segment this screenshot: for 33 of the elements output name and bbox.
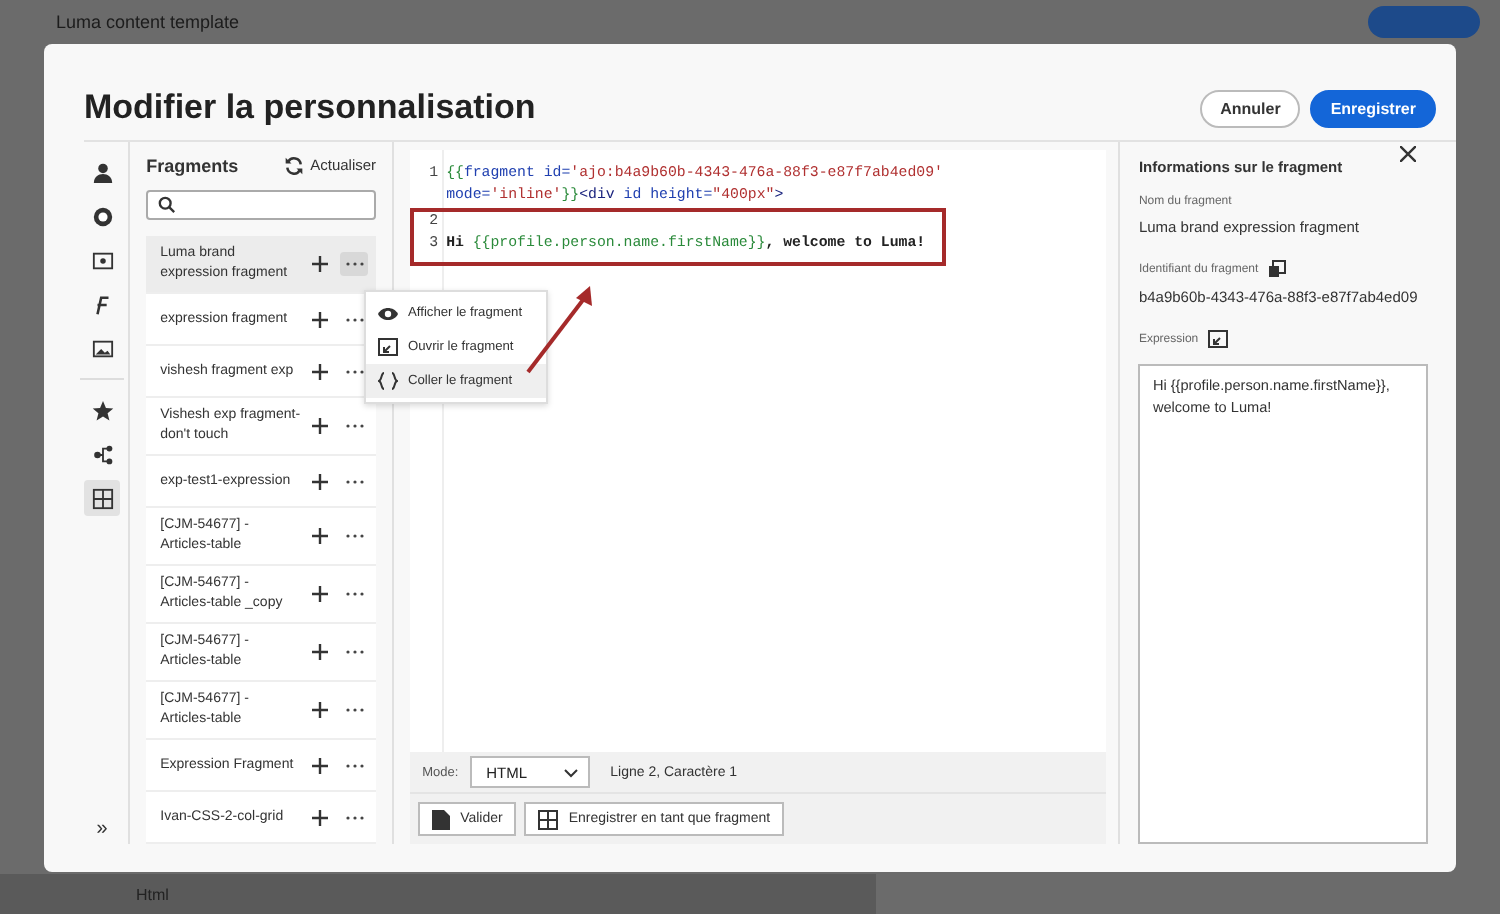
panel-title: Fragments — [146, 155, 239, 176]
add-icon[interactable] — [312, 809, 329, 825]
copy-icon[interactable] — [1268, 260, 1287, 278]
add-icon[interactable] — [312, 418, 329, 434]
close-icon[interactable] — [1400, 146, 1416, 162]
add-icon[interactable] — [312, 702, 329, 718]
document-icon — [432, 809, 451, 829]
more-icon[interactable] — [340, 252, 369, 276]
expand-button[interactable]: » — [96, 818, 108, 840]
add-icon[interactable] — [312, 757, 329, 773]
chevron-down-icon — [564, 767, 579, 777]
refresh-icon — [284, 155, 305, 176]
add-icon[interactable] — [312, 528, 329, 544]
search-icon — [158, 195, 177, 214]
dialog-title: Modifier la personnalisation — [84, 88, 536, 128]
add-icon[interactable] — [312, 473, 329, 489]
open-icon — [378, 338, 398, 356]
add-icon[interactable] — [312, 256, 329, 272]
add-icon[interactable] — [312, 311, 329, 327]
add-icon[interactable] — [312, 586, 329, 602]
eye-icon — [378, 305, 398, 321]
search-field[interactable] — [146, 189, 377, 220]
open-icon[interactable] — [1208, 330, 1229, 348]
add-icon[interactable] — [312, 363, 329, 379]
braces-icon — [378, 372, 398, 390]
add-icon[interactable] — [312, 644, 329, 660]
annotation-arrow — [524, 284, 596, 376]
save-button[interactable]: Enregistrer — [1310, 89, 1436, 127]
page-title: Luma content template — [56, 12, 240, 32]
cancel-button[interactable]: Annuler — [1200, 89, 1301, 127]
grid-icon — [538, 809, 559, 829]
layer-label: Html — [136, 885, 169, 903]
fragment-icon[interactable] — [84, 480, 121, 516]
